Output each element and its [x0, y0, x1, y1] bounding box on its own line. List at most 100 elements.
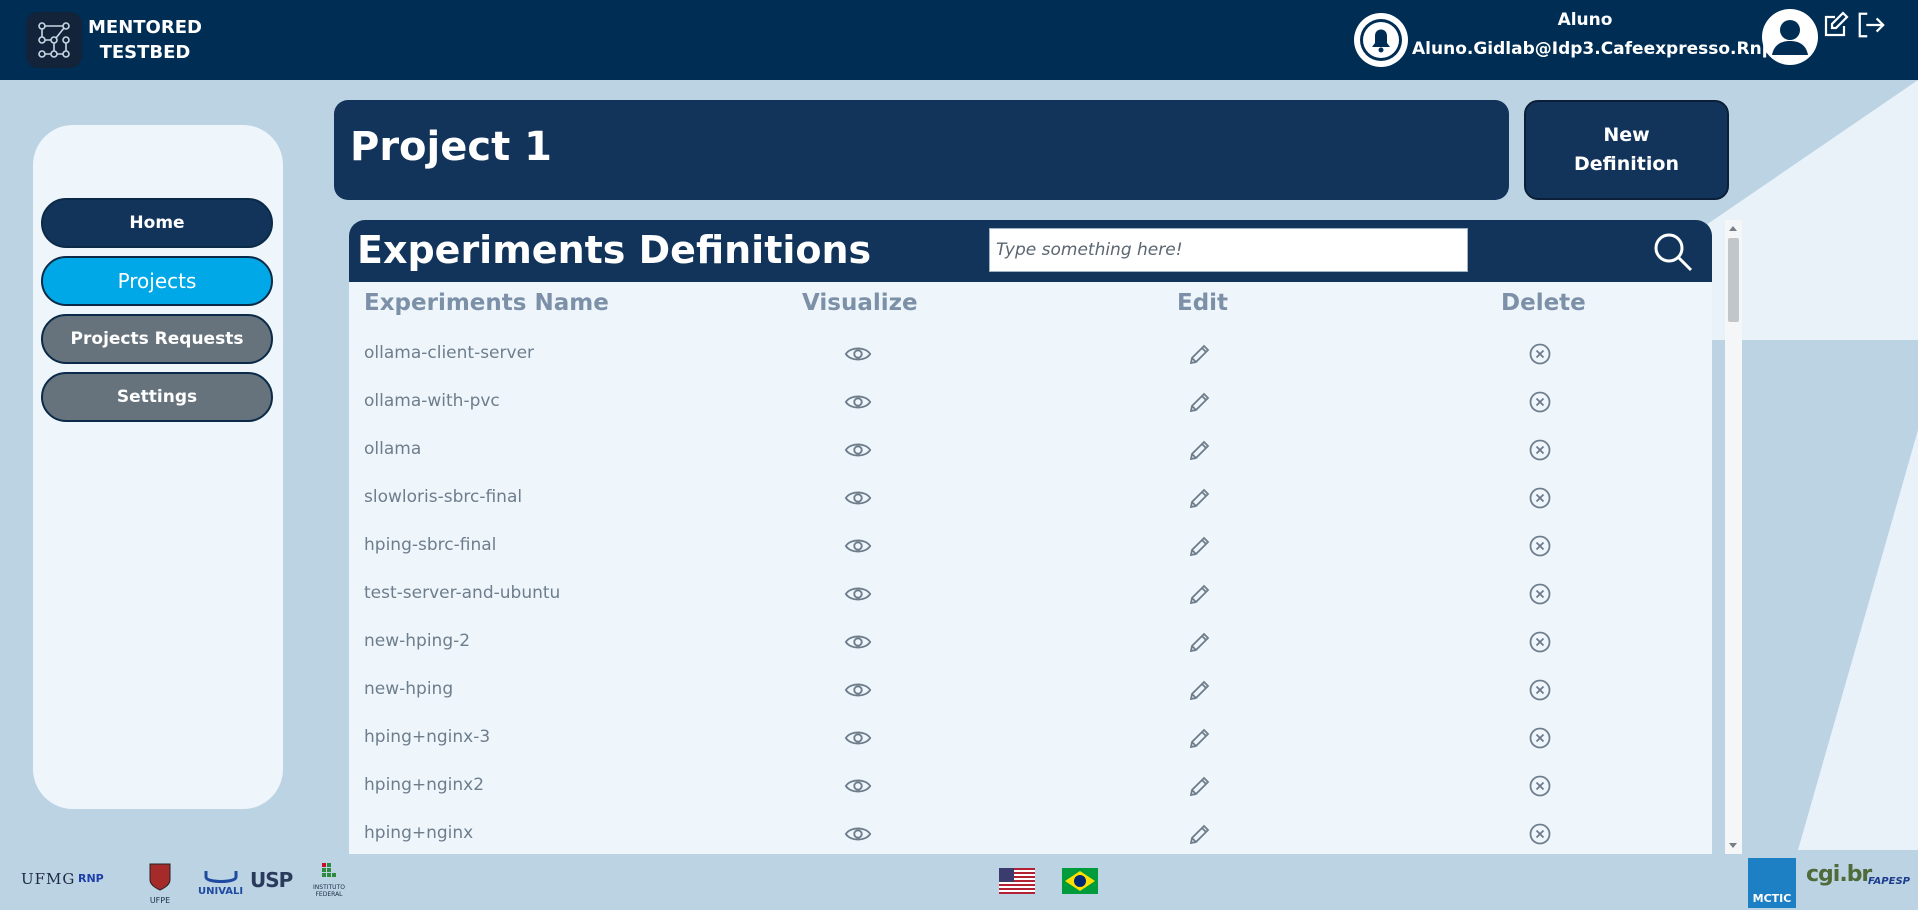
delete-x-icon[interactable] — [1526, 581, 1554, 607]
ufmg-logo-text: UFMG — [21, 870, 76, 888]
app-name: MENTORED TESTBED — [88, 15, 202, 65]
edit-pencil-icon[interactable] — [1186, 389, 1214, 415]
notifications-bell-icon[interactable] — [1354, 13, 1408, 67]
visualize-eye-icon[interactable] — [844, 581, 872, 607]
edit-pencil-icon[interactable] — [1186, 533, 1214, 559]
delete-x-icon[interactable] — [1526, 437, 1554, 463]
visualize-eye-icon[interactable] — [844, 485, 872, 511]
table-row: hping+nginx2 — [349, 762, 1712, 810]
app-name-line2: TESTBED — [99, 42, 191, 63]
scroll-up-arrow-icon[interactable] — [1729, 226, 1737, 231]
visualize-eye-icon[interactable] — [844, 773, 872, 799]
page-title: Project 1 — [350, 124, 552, 170]
search-input[interactable] — [989, 228, 1468, 272]
scroll-thumb[interactable] — [1728, 238, 1739, 322]
experiment-name: test-server-and-ubuntu — [364, 583, 561, 603]
panel-header: Experiments Definitions — [349, 220, 1712, 282]
delete-x-icon[interactable] — [1526, 533, 1554, 559]
experiment-name: hping+nginx2 — [364, 775, 485, 795]
delete-x-icon[interactable] — [1526, 629, 1554, 655]
ufmg-logo: UFMG — [21, 870, 75, 888]
visualize-eye-icon[interactable] — [844, 725, 872, 751]
experiment-name: hping-sbrc-final — [364, 535, 497, 555]
user-role: Aluno — [1557, 10, 1613, 30]
app-logo-icon[interactable] — [26, 12, 82, 68]
user-email: Aluno.Gidlab@Idp3.Cafeexpresso.Rnp.Br — [1412, 39, 1802, 59]
table-row: slowloris-sbrc-final — [349, 474, 1712, 522]
visualize-eye-icon[interactable] — [844, 677, 872, 703]
panel-title: Experiments Definitions — [357, 228, 872, 272]
visualize-eye-icon[interactable] — [844, 389, 872, 415]
edit-pencil-icon[interactable] — [1186, 821, 1214, 847]
rnp-logo: RNP — [78, 872, 104, 885]
delete-x-icon[interactable] — [1526, 773, 1554, 799]
delete-x-icon[interactable] — [1526, 389, 1554, 415]
experiment-name: ollama-client-server — [364, 343, 535, 363]
table-row: ollama-with-pvc — [349, 378, 1712, 426]
experiment-name: hping+nginx — [364, 823, 474, 843]
visualize-eye-icon[interactable] — [844, 341, 872, 367]
mctic-logo-text: MCTIC — [1752, 892, 1792, 905]
background-decoration — [1798, 430, 1918, 850]
app-name-line1: MENTORED — [88, 17, 202, 38]
edit-profile-icon[interactable] — [1820, 10, 1850, 40]
cgi-br-logo-text: cgi.br — [1806, 862, 1872, 887]
delete-x-icon[interactable] — [1526, 677, 1554, 703]
table-row: new-hping-2 — [349, 618, 1712, 666]
edit-pencil-icon[interactable] — [1186, 581, 1214, 607]
search-icon[interactable] — [1651, 230, 1695, 274]
column-header-visualize: Visualize — [802, 290, 918, 316]
sidebar-item-settings[interactable]: Settings — [41, 372, 273, 422]
table-row: hping-sbrc-final — [349, 522, 1712, 570]
scrollbar[interactable] — [1725, 220, 1742, 854]
column-header-name: Experiments Name — [364, 290, 609, 316]
avatar-icon[interactable] — [1762, 9, 1818, 65]
instituto-federal-logo: INSTITUTO FEDERAL — [311, 862, 347, 898]
column-header-edit: Edit — [1177, 290, 1229, 316]
univali-logo: UNIVALI — [198, 871, 243, 897]
delete-x-icon[interactable] — [1526, 821, 1554, 847]
edit-pencil-icon[interactable] — [1186, 341, 1214, 367]
visualize-eye-icon[interactable] — [844, 629, 872, 655]
edit-pencil-icon[interactable] — [1186, 773, 1214, 799]
edit-pencil-icon[interactable] — [1186, 485, 1214, 511]
sidebar-item-home[interactable]: Home — [41, 198, 273, 248]
edit-pencil-icon[interactable] — [1186, 437, 1214, 463]
sidebar-item-projects[interactable]: Projects — [41, 256, 273, 306]
table-row: ollama — [349, 426, 1712, 474]
table-row: test-server-and-ubuntu — [349, 570, 1712, 618]
visualize-eye-icon[interactable] — [844, 437, 872, 463]
top-bar: MENTORED TESTBED Aluno Aluno.Gidlab@Idp3… — [0, 0, 1918, 80]
edit-pencil-icon[interactable] — [1186, 725, 1214, 751]
experiments-panel: Experiments Definitions Experiments Name… — [349, 220, 1712, 854]
ufpe-logo: UFPE — [146, 862, 174, 905]
experiment-name: ollama-with-pvc — [364, 391, 500, 411]
experiment-name: hping+nginx-3 — [364, 727, 491, 747]
sidebar: Home Projects Projects Requests Settings — [33, 125, 283, 809]
experiment-name: slowloris-sbrc-final — [364, 487, 523, 507]
us-flag-icon[interactable] — [999, 868, 1035, 894]
new-definition-button[interactable]: New Definition — [1524, 100, 1729, 200]
logout-icon[interactable] — [1856, 10, 1886, 40]
visualize-eye-icon[interactable] — [844, 821, 872, 847]
table-row: ollama-client-server — [349, 330, 1712, 378]
column-header-delete: Delete — [1501, 290, 1586, 316]
scroll-down-arrow-icon[interactable] — [1729, 843, 1737, 848]
rnp-logo-text: RNP — [78, 872, 104, 885]
new-definition-label: New Definition — [1574, 124, 1679, 175]
edit-pencil-icon[interactable] — [1186, 677, 1214, 703]
cgi-br-logo: cgi.br — [1806, 862, 1872, 887]
delete-x-icon[interactable] — [1526, 341, 1554, 367]
project-title-bar: Project 1 — [334, 100, 1509, 200]
brazil-flag-icon[interactable] — [1062, 868, 1098, 894]
delete-x-icon[interactable] — [1526, 485, 1554, 511]
visualize-eye-icon[interactable] — [844, 533, 872, 559]
delete-x-icon[interactable] — [1526, 725, 1554, 751]
experiment-name: new-hping — [364, 679, 454, 699]
experiment-name: new-hping-2 — [364, 631, 471, 651]
table-row: hping+nginx-3 — [349, 714, 1712, 762]
table-row: new-hping — [349, 666, 1712, 714]
experiment-name: ollama — [364, 439, 422, 459]
sidebar-item-projects-requests[interactable]: Projects Requests — [41, 314, 273, 364]
edit-pencil-icon[interactable] — [1186, 629, 1214, 655]
